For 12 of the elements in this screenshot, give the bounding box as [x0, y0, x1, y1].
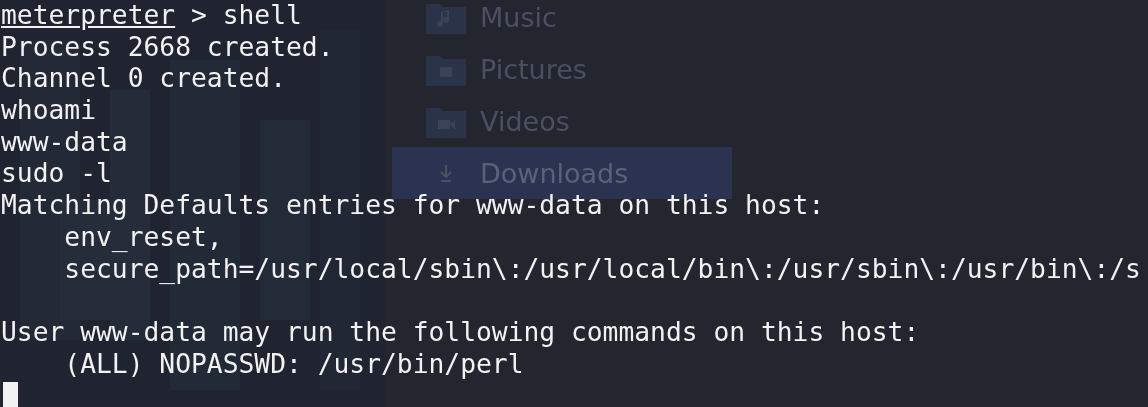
output-line: Channel 0 created.: [1, 63, 286, 96]
output-line: Process 2668 created.: [1, 31, 334, 64]
command-text: > shell: [190, 0, 302, 32]
output-line: User www-data may run the following commands on this host:: [1, 316, 920, 349]
output-line: www-data: [1, 126, 128, 159]
output-line: secure_path=/usr/local/sbin\:/usr/local/bin\:/usr/sbin\:/usr/bin\:/s: [63, 253, 1141, 286]
output-line: (ALL) NOPASSWD: /usr/bin/perl: [63, 348, 524, 381]
download-icon: [440, 164, 452, 182]
output-line: env_reset,: [63, 221, 223, 254]
output-line: sudo -l: [1, 158, 112, 191]
prompt-name: meterpreter: [1, 0, 176, 32]
output-line: whoami: [1, 95, 96, 127]
